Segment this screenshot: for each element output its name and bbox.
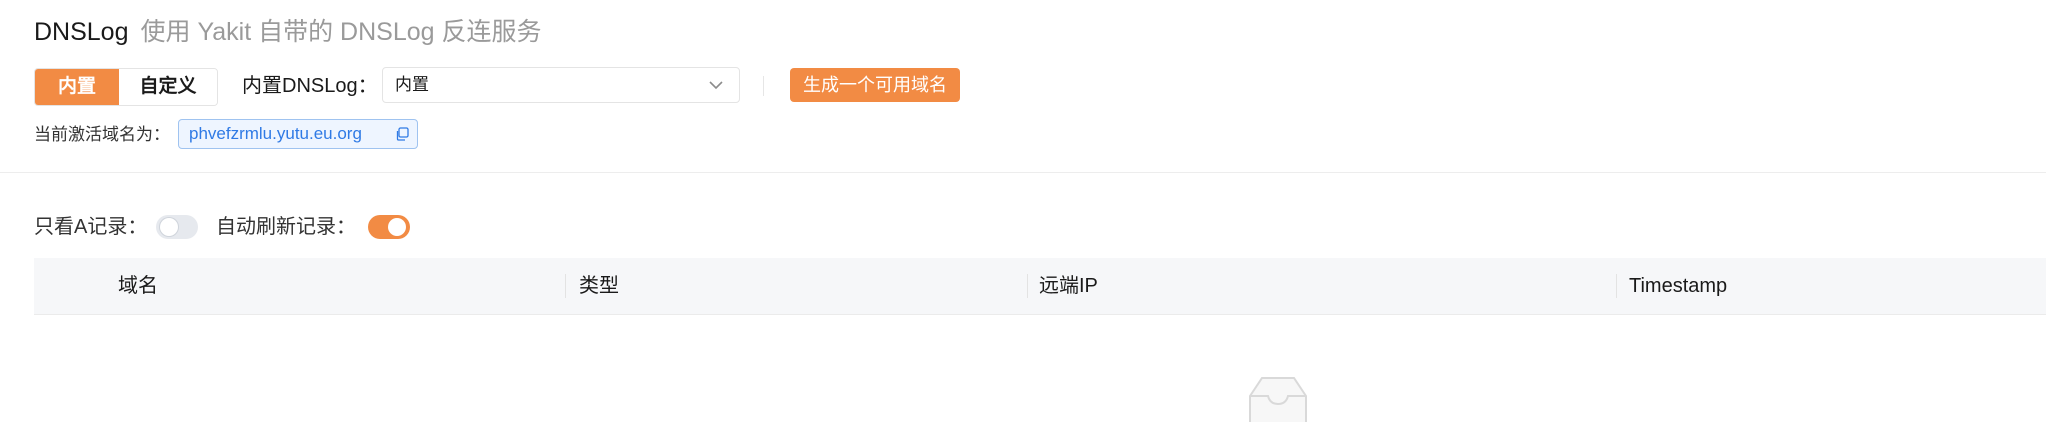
switch-knob (160, 218, 178, 236)
copy-icon[interactable] (395, 127, 409, 141)
column-header-remote-ip[interactable]: 远端IP (1039, 258, 1098, 314)
toolbar-divider (763, 76, 764, 96)
page-subtitle: 使用 Yakit 自带的 DNSLog 反连服务 (140, 18, 542, 46)
current-domain-value: phvefzrmlu.yutu.eu.org (189, 124, 362, 143)
section-divider (0, 172, 2046, 173)
chevron-down-icon (709, 81, 723, 90)
builtin-dnslog-select[interactable]: 内置 (382, 67, 740, 103)
table-header: 域名 类型 远端IP Timestamp (34, 258, 2046, 315)
column-header-timestamp[interactable]: Timestamp (1629, 258, 1727, 314)
switch-knob (388, 218, 406, 236)
builtin-dnslog-label: 内置DNSLog： (242, 75, 378, 97)
column-separator (1027, 274, 1028, 298)
mode-segmented-control: 内置 自定义 (34, 68, 218, 106)
generate-domain-button[interactable]: 生成一个可用域名 (790, 68, 960, 102)
builtin-dnslog-select-value: 内置 (395, 75, 429, 94)
only-a-records-switch[interactable] (156, 215, 198, 239)
mode-option-builtin[interactable]: 内置 (35, 69, 119, 105)
page-title: DNSLog 使用 Yakit 自带的 DNSLog 反连服务 (34, 16, 542, 48)
only-a-records-label: 只看A记录： (34, 216, 148, 238)
mode-option-custom[interactable]: 自定义 (119, 69, 217, 105)
column-header-domain[interactable]: 域名 (118, 258, 158, 314)
auto-refresh-switch[interactable] (368, 215, 410, 239)
current-domain-tag: phvefzrmlu.yutu.eu.org (178, 119, 418, 149)
column-separator (565, 274, 566, 298)
column-separator (1616, 274, 1617, 298)
auto-refresh-label: 自动刷新记录： (216, 216, 356, 238)
page-title-main: DNSLog (34, 18, 129, 46)
column-header-type[interactable]: 类型 (579, 258, 619, 314)
empty-box-icon (1249, 377, 1307, 422)
current-domain-label: 当前激活域名为： (34, 125, 170, 144)
